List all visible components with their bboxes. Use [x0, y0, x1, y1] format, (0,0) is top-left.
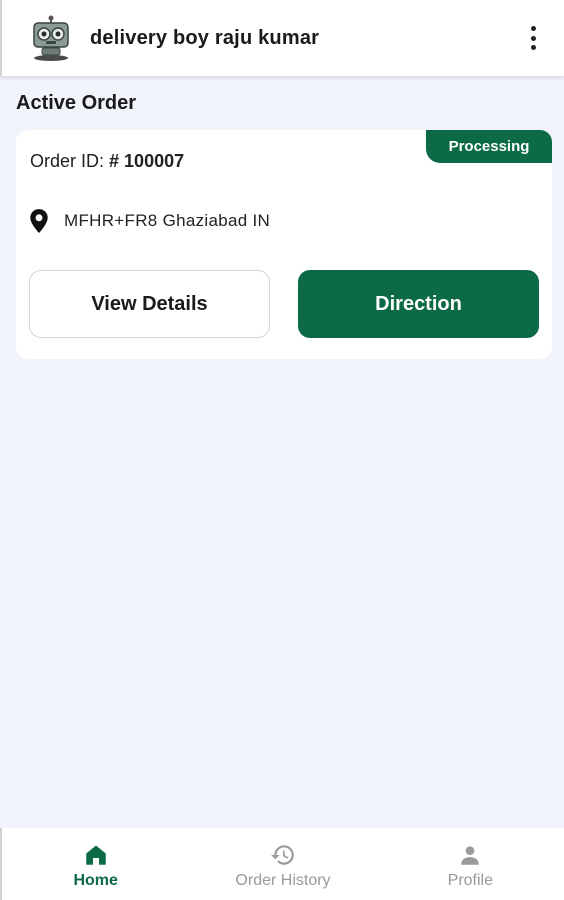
nav-item-home[interactable]: Home — [2, 828, 189, 900]
order-id-value: # 100007 — [109, 151, 185, 171]
app-bar: delivery boy raju kumar — [0, 0, 564, 76]
order-id-label: Order ID: — [30, 151, 105, 171]
history-icon — [271, 845, 294, 865]
person-icon — [461, 846, 479, 865]
more-vertical-icon[interactable] — [524, 24, 542, 52]
view-details-button[interactable]: View Details — [29, 270, 270, 338]
direction-button[interactable]: Direction — [298, 270, 539, 338]
nav-label-home: Home — [73, 872, 118, 889]
status-badge: Processing — [426, 130, 552, 163]
active-order-card: Processing Order ID: # 100007 MFHR+FR8 G… — [16, 130, 552, 359]
nav-item-order-history[interactable]: Order History — [189, 828, 376, 900]
address-row: MFHR+FR8 Ghaziabad IN — [28, 208, 270, 234]
app-title: delivery boy raju kumar — [90, 26, 320, 49]
section-title: Active Order — [16, 92, 137, 114]
address-text: MFHR+FR8 Ghaziabad IN — [64, 211, 271, 230]
bottom-navigation: Home Order History Profile — [0, 828, 564, 900]
order-id-row: Order ID: # 100007 — [30, 151, 184, 172]
nav-label-order-history: Order History — [235, 872, 331, 889]
location-pin-icon — [30, 209, 48, 233]
nav-label-profile: Profile — [447, 872, 493, 889]
nav-item-profile[interactable]: Profile — [377, 828, 564, 900]
robot-avatar-icon — [28, 15, 74, 61]
home-icon — [85, 845, 106, 865]
